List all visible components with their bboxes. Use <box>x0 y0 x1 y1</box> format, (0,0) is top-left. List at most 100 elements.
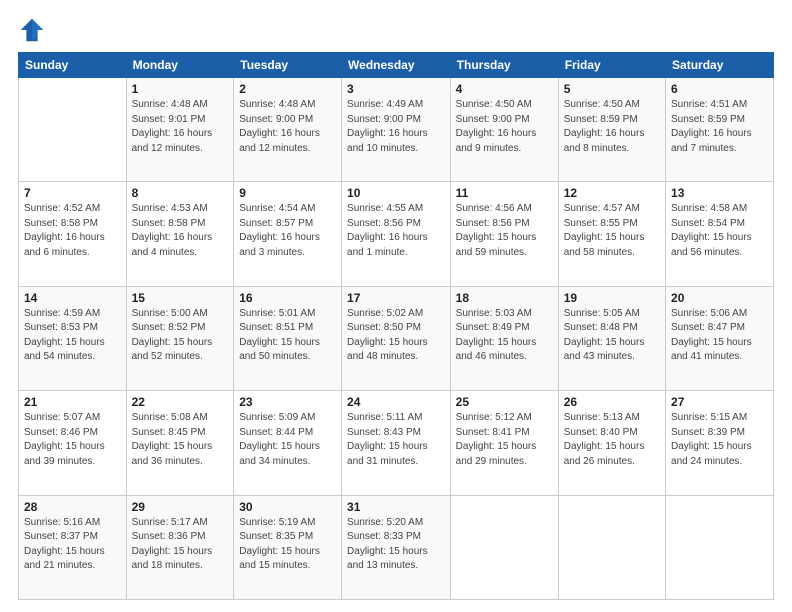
day-number: 6 <box>671 82 768 96</box>
calendar-cell: 27 Sunrise: 5:15 AM Sunset: 8:39 PM Dayli… <box>666 391 774 495</box>
calendar-cell: 16 Sunrise: 5:01 AM Sunset: 8:51 PM Dayli… <box>234 286 342 390</box>
day-number: 10 <box>347 186 445 200</box>
day-number: 26 <box>564 395 660 409</box>
calendar-cell: 29Sunrise: 5:17 AM Sunset: 8:36 PM Dayli… <box>126 495 234 599</box>
day-number: 30 <box>239 500 336 514</box>
day-info: Sunrise: 5:07 AM Sunset: 8:46 PM Dayligh… <box>24 411 121 469</box>
day-info: Sunrise: 4:58 AM Sunset: 8:54 PM Dayligh… <box>671 202 768 260</box>
calendar-cell: 18 Sunrise: 5:03 AM Sunset: 8:49 PM Dayli… <box>450 286 558 390</box>
day-info: Sunrise: 5:05 AM Sunset: 8:48 PM Dayligh… <box>564 307 660 365</box>
calendar-cell: 26 Sunrise: 5:13 AM Sunset: 8:40 PM Dayli… <box>558 391 665 495</box>
day-info: Sunrise: 5:00 AM Sunset: 8:52 PM Dayligh… <box>132 307 229 365</box>
day-info: Sunrise: 5:19 AM Sunset: 8:35 PM Dayligh… <box>239 516 336 574</box>
day-info: Sunrise: 5:11 AM Sunset: 8:43 PM Dayligh… <box>347 411 445 469</box>
day-info: Sunrise: 4:57 AM Sunset: 8:55 PM Dayligh… <box>564 202 660 260</box>
day-number: 28 <box>24 500 121 514</box>
calendar-cell: 1Sunrise: 4:48 AM Sunset: 9:01 PM Daylig… <box>126 78 234 182</box>
calendar-week-1: 7 Sunrise: 4:52 AM Sunset: 8:58 PM Daylig… <box>19 182 774 286</box>
calendar-cell: 17Sunrise: 5:02 AM Sunset: 8:50 PM Dayli… <box>342 286 451 390</box>
calendar-cell: 11Sunrise: 4:56 AM Sunset: 8:56 PM Dayli… <box>450 182 558 286</box>
day-number: 2 <box>239 82 336 96</box>
day-number: 20 <box>671 291 768 305</box>
calendar-table: SundayMondayTuesdayWednesdayThursdayFrid… <box>18 52 774 600</box>
calendar-cell: 6 Sunrise: 4:51 AM Sunset: 8:59 PM Daylig… <box>666 78 774 182</box>
day-number: 29 <box>132 500 229 514</box>
day-number: 18 <box>456 291 553 305</box>
day-number: 12 <box>564 186 660 200</box>
day-info: Sunrise: 5:08 AM Sunset: 8:45 PM Dayligh… <box>132 411 229 469</box>
day-info: Sunrise: 4:50 AM Sunset: 9:00 PM Dayligh… <box>456 98 553 156</box>
calendar-week-0: 1Sunrise: 4:48 AM Sunset: 9:01 PM Daylig… <box>19 78 774 182</box>
day-number: 14 <box>24 291 121 305</box>
day-number: 27 <box>671 395 768 409</box>
day-info: Sunrise: 4:48 AM Sunset: 9:01 PM Dayligh… <box>132 98 229 156</box>
day-number: 16 <box>239 291 336 305</box>
day-number: 3 <box>347 82 445 96</box>
day-info: Sunrise: 4:56 AM Sunset: 8:56 PM Dayligh… <box>456 202 553 260</box>
day-info: Sunrise: 4:48 AM Sunset: 9:00 PM Dayligh… <box>239 98 336 156</box>
day-number: 9 <box>239 186 336 200</box>
day-info: Sunrise: 5:16 AM Sunset: 8:37 PM Dayligh… <box>24 516 121 574</box>
day-info: Sunrise: 4:54 AM Sunset: 8:57 PM Dayligh… <box>239 202 336 260</box>
day-info: Sunrise: 4:51 AM Sunset: 8:59 PM Dayligh… <box>671 98 768 156</box>
weekday-header-saturday: Saturday <box>666 53 774 78</box>
day-number: 17 <box>347 291 445 305</box>
day-info: Sunrise: 5:13 AM Sunset: 8:40 PM Dayligh… <box>564 411 660 469</box>
day-info: Sunrise: 4:59 AM Sunset: 8:53 PM Dayligh… <box>24 307 121 365</box>
day-info: Sunrise: 4:55 AM Sunset: 8:56 PM Dayligh… <box>347 202 445 260</box>
weekday-header-friday: Friday <box>558 53 665 78</box>
calendar-cell: 28 Sunrise: 5:16 AM Sunset: 8:37 PM Dayli… <box>19 495 127 599</box>
calendar-cell <box>558 495 665 599</box>
calendar-cell: 21Sunrise: 5:07 AM Sunset: 8:46 PM Dayli… <box>19 391 127 495</box>
calendar-cell: 7 Sunrise: 4:52 AM Sunset: 8:58 PM Daylig… <box>19 182 127 286</box>
calendar-cell: 25 Sunrise: 5:12 AM Sunset: 8:41 PM Dayli… <box>450 391 558 495</box>
calendar-cell <box>450 495 558 599</box>
calendar-cell: 14 Sunrise: 4:59 AM Sunset: 8:53 PM Dayli… <box>19 286 127 390</box>
header <box>18 16 774 44</box>
calendar-cell: 4 Sunrise: 4:50 AM Sunset: 9:00 PM Daylig… <box>450 78 558 182</box>
calendar-cell: 30 Sunrise: 5:19 AM Sunset: 8:35 PM Dayli… <box>234 495 342 599</box>
day-info: Sunrise: 4:52 AM Sunset: 8:58 PM Dayligh… <box>24 202 121 260</box>
day-number: 19 <box>564 291 660 305</box>
day-number: 4 <box>456 82 553 96</box>
day-info: Sunrise: 5:01 AM Sunset: 8:51 PM Dayligh… <box>239 307 336 365</box>
calendar-week-4: 28 Sunrise: 5:16 AM Sunset: 8:37 PM Dayli… <box>19 495 774 599</box>
calendar-cell: 10 Sunrise: 4:55 AM Sunset: 8:56 PM Dayli… <box>342 182 451 286</box>
day-number: 13 <box>671 186 768 200</box>
calendar-cell: 15 Sunrise: 5:00 AM Sunset: 8:52 PM Dayli… <box>126 286 234 390</box>
day-number: 31 <box>347 500 445 514</box>
weekday-header-tuesday: Tuesday <box>234 53 342 78</box>
weekday-header-thursday: Thursday <box>450 53 558 78</box>
calendar-cell: 20 Sunrise: 5:06 AM Sunset: 8:47 PM Dayli… <box>666 286 774 390</box>
day-info: Sunrise: 5:09 AM Sunset: 8:44 PM Dayligh… <box>239 411 336 469</box>
calendar-cell: 5 Sunrise: 4:50 AM Sunset: 8:59 PM Daylig… <box>558 78 665 182</box>
day-number: 25 <box>456 395 553 409</box>
calendar-cell <box>19 78 127 182</box>
day-number: 24 <box>347 395 445 409</box>
calendar-header: SundayMondayTuesdayWednesdayThursdayFrid… <box>19 53 774 78</box>
day-info: Sunrise: 4:49 AM Sunset: 9:00 PM Dayligh… <box>347 98 445 156</box>
calendar-cell: 9 Sunrise: 4:54 AM Sunset: 8:57 PM Daylig… <box>234 182 342 286</box>
day-info: Sunrise: 4:53 AM Sunset: 8:58 PM Dayligh… <box>132 202 229 260</box>
calendar-cell: 22Sunrise: 5:08 AM Sunset: 8:45 PM Dayli… <box>126 391 234 495</box>
calendar-body: 1Sunrise: 4:48 AM Sunset: 9:01 PM Daylig… <box>19 78 774 600</box>
calendar-week-2: 14 Sunrise: 4:59 AM Sunset: 8:53 PM Dayli… <box>19 286 774 390</box>
day-number: 5 <box>564 82 660 96</box>
day-number: 15 <box>132 291 229 305</box>
day-info: Sunrise: 4:50 AM Sunset: 8:59 PM Dayligh… <box>564 98 660 156</box>
day-info: Sunrise: 5:03 AM Sunset: 8:49 PM Dayligh… <box>456 307 553 365</box>
day-number: 23 <box>239 395 336 409</box>
calendar-cell: 31Sunrise: 5:20 AM Sunset: 8:33 PM Dayli… <box>342 495 451 599</box>
day-number: 7 <box>24 186 121 200</box>
day-info: Sunrise: 5:12 AM Sunset: 8:41 PM Dayligh… <box>456 411 553 469</box>
day-info: Sunrise: 5:06 AM Sunset: 8:47 PM Dayligh… <box>671 307 768 365</box>
calendar-cell: 12 Sunrise: 4:57 AM Sunset: 8:55 PM Dayli… <box>558 182 665 286</box>
weekday-header-wednesday: Wednesday <box>342 53 451 78</box>
day-info: Sunrise: 5:15 AM Sunset: 8:39 PM Dayligh… <box>671 411 768 469</box>
weekday-header-monday: Monday <box>126 53 234 78</box>
page: SundayMondayTuesdayWednesdayThursdayFrid… <box>0 0 792 612</box>
calendar-cell: 3 Sunrise: 4:49 AM Sunset: 9:00 PM Daylig… <box>342 78 451 182</box>
calendar-cell: 8Sunrise: 4:53 AM Sunset: 8:58 PM Daylig… <box>126 182 234 286</box>
weekday-header-sunday: Sunday <box>19 53 127 78</box>
logo-icon <box>18 16 46 44</box>
